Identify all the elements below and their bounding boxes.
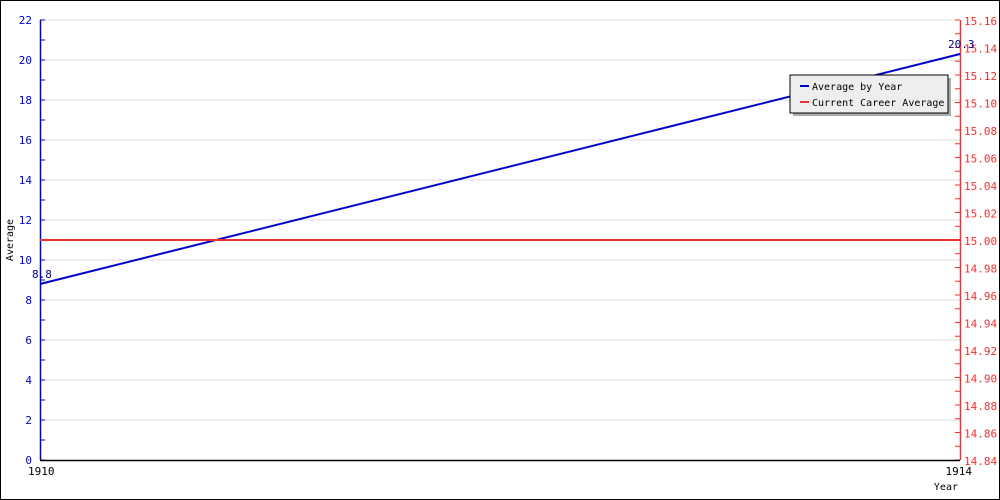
legend-label: Average by Year [812, 82, 902, 93]
x-axis-title: Year [934, 482, 958, 493]
x-tick-label: 1910 [28, 465, 55, 478]
right-tick-label: 14.92 [964, 345, 997, 358]
left-tick-label: 20 [19, 54, 32, 67]
right-tick-label: 14.86 [964, 428, 997, 441]
left-tick-label: 18 [19, 94, 32, 107]
right-y-axis: 14.8414.8614.8814.9014.9214.9414.9614.98… [955, 15, 997, 468]
right-tick-label: 15.06 [964, 153, 997, 166]
legend-label: Current Career Average [812, 98, 944, 109]
left-tick-label: 12 [19, 214, 32, 227]
right-tick-label: 14.90 [964, 373, 997, 386]
data-labels: 8.8 20.3 [32, 38, 975, 281]
data-label: 20.3 [948, 38, 975, 51]
right-tick-label: 15.02 [964, 208, 997, 221]
right-tick-label: 15.08 [964, 125, 997, 138]
right-tick-label: 15.16 [964, 15, 997, 28]
right-tick-label: 14.96 [964, 290, 997, 303]
left-tick-label: 4 [25, 374, 32, 387]
left-tick-label: 10 [19, 254, 32, 267]
right-tick-label: 14.88 [964, 400, 997, 413]
left-tick-label: 2 [25, 414, 32, 427]
right-tick-label: 15.00 [964, 235, 997, 248]
right-tick-label: 15.12 [964, 70, 997, 83]
data-label: 8.8 [32, 268, 52, 281]
right-tick-label: 15.10 [964, 98, 997, 111]
left-tick-label: 14 [19, 174, 33, 187]
x-tick-label: 1914 [946, 465, 973, 478]
line-chart: 0246810121416182022 14.8414.8614.8814.90… [5, 14, 997, 493]
right-tick-label: 14.94 [964, 318, 997, 331]
y-axis-title: Average [5, 219, 16, 261]
left-tick-label: 6 [25, 334, 32, 347]
right-tick-label: 15.04 [964, 180, 997, 193]
x-axis: 1910 1914 [28, 459, 973, 478]
right-tick-label: 14.98 [964, 263, 997, 276]
legend: Average by Year Current Career Average [789, 74, 951, 116]
left-tick-label: 8 [25, 294, 32, 307]
left-tick-label: 16 [19, 134, 32, 147]
left-tick-label: 22 [19, 14, 32, 27]
